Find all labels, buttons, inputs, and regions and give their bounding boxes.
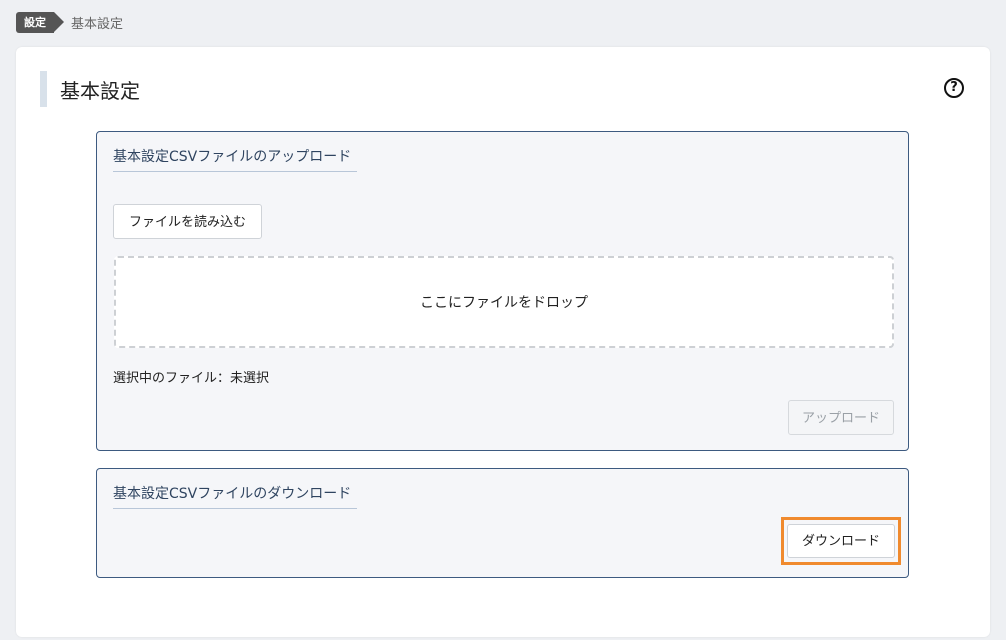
help-icon[interactable]: ? <box>944 78 964 98</box>
breadcrumb-current: 基本設定 <box>71 17 124 32</box>
main-card: 基本設定 ? 基本設定CSVファイルのアップロード ファイルを読み込む ここにフ… <box>16 47 990 637</box>
breadcrumb-parent[interactable]: 設定 <box>16 12 64 33</box>
download-button[interactable]: ダウンロード <box>787 524 895 558</box>
page-title-wrap: 基本設定 <box>40 71 140 107</box>
download-panel-heading: 基本設定CSVファイルのダウンロード <box>113 483 358 509</box>
upload-button[interactable]: アップロード <box>788 400 894 435</box>
breadcrumb: 設定 基本設定 <box>16 12 123 33</box>
load-file-button[interactable]: ファイルを読み込む <box>113 204 262 239</box>
dropzone-text: ここにファイルをドロップ <box>420 295 588 311</box>
download-panel: 基本設定CSVファイルのダウンロード ダウンロード <box>96 468 909 578</box>
file-dropzone[interactable]: ここにファイルをドロップ <box>114 256 894 348</box>
title-accent-bar <box>40 71 47 107</box>
page-title: 基本設定 <box>60 78 140 103</box>
selected-file-status: 選択中のファイル：未選択 <box>113 371 270 386</box>
upload-panel-heading: 基本設定CSVファイルのアップロード <box>113 146 358 172</box>
upload-panel: 基本設定CSVファイルのアップロード ファイルを読み込む ここにファイルをドロッ… <box>96 131 909 451</box>
